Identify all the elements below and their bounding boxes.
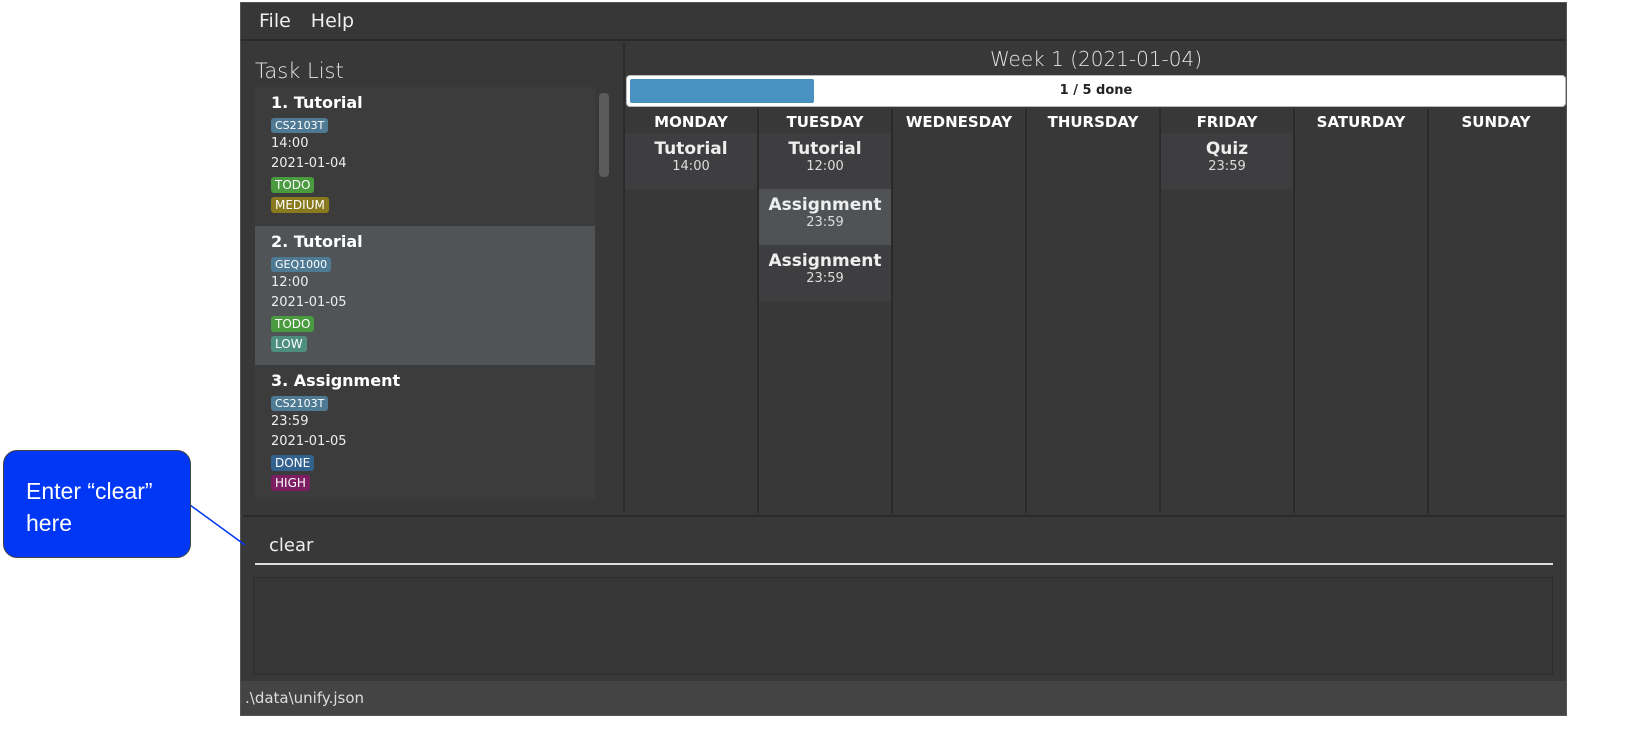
callout-annotation: Enter “clear” here: [3, 450, 191, 558]
callout-connector: [189, 504, 246, 546]
